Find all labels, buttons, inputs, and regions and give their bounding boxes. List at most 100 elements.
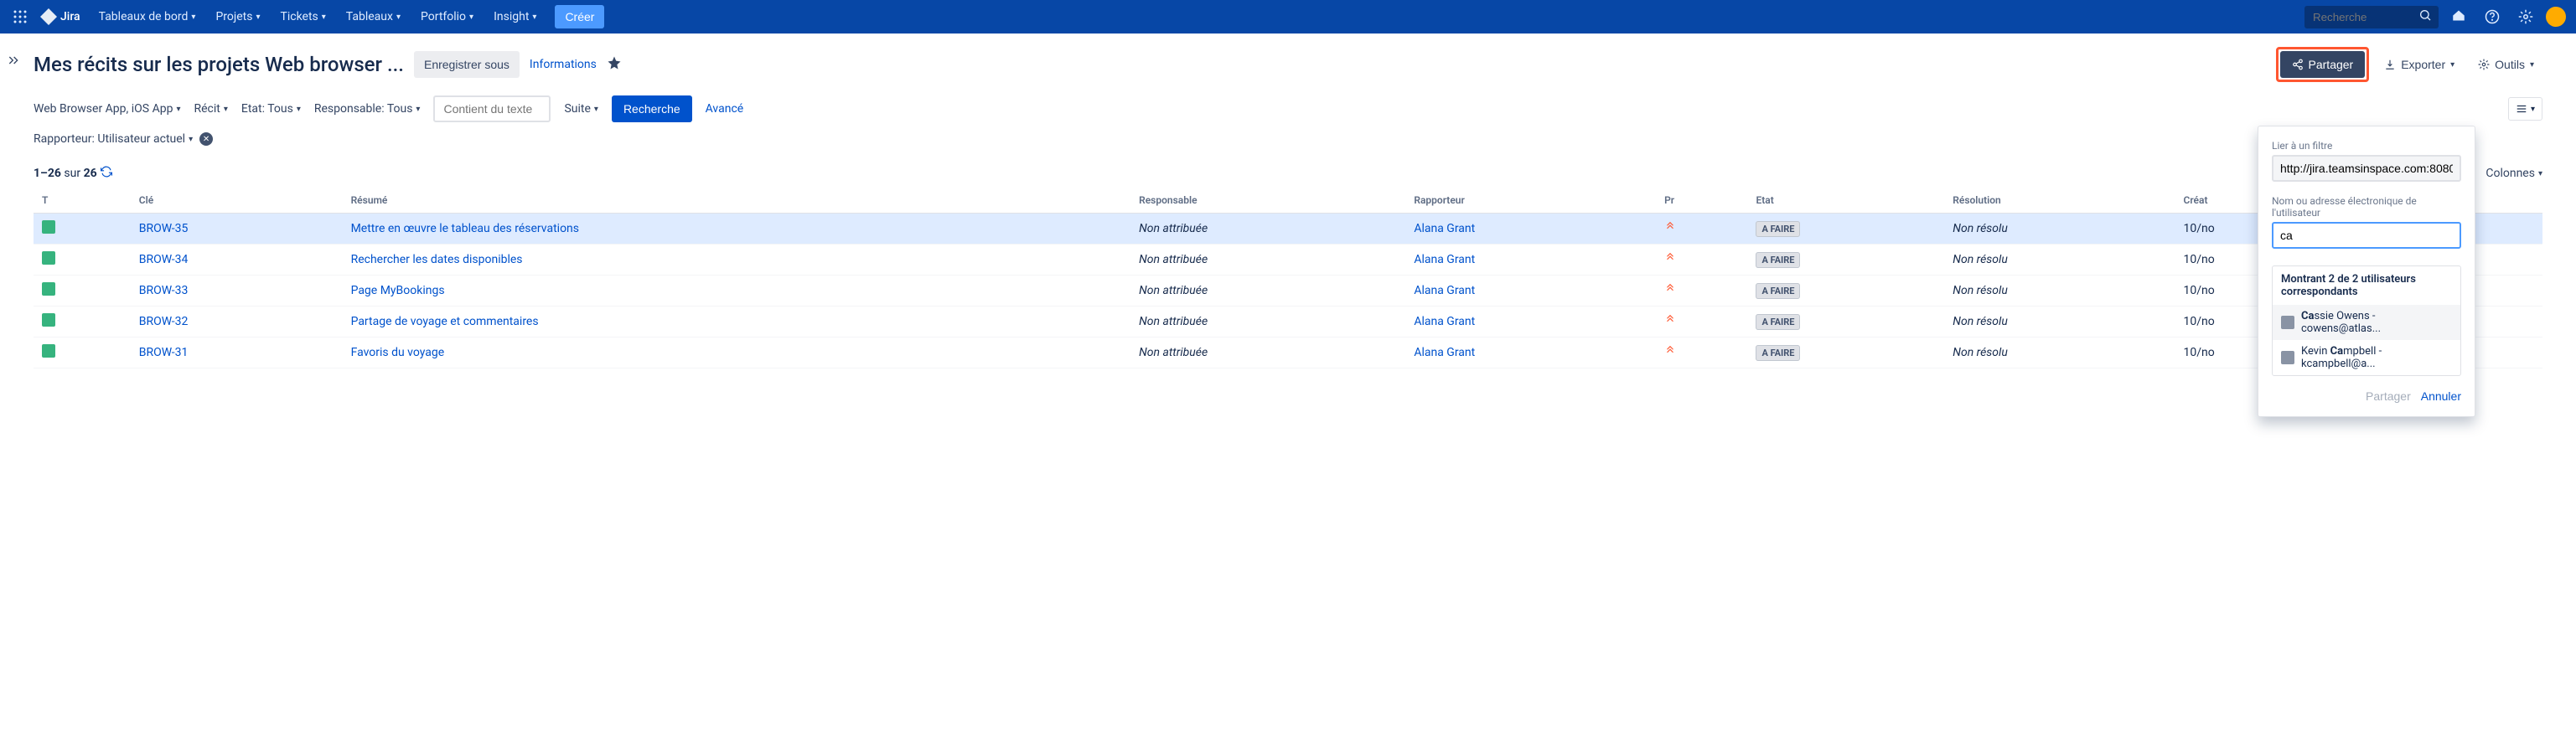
- filter-more[interactable]: Suite▾: [564, 99, 597, 119]
- reporter-link[interactable]: Alana Grant: [1414, 253, 1475, 266]
- user-label: Kevin Campbell - kcampbell@a...: [2301, 345, 2452, 370]
- issue-summary-link[interactable]: Favoris du voyage: [351, 346, 445, 359]
- story-icon: [42, 344, 55, 358]
- user-search-label: Nom ou adresse électronique de l'utilisa…: [2272, 195, 2461, 219]
- col-assignee[interactable]: Responsable: [1130, 188, 1405, 214]
- user-search-input[interactable]: [2272, 222, 2461, 249]
- col-resolution[interactable]: Résolution: [1944, 188, 2175, 214]
- user-label: Cassie Owens - cowens@atlas...: [2301, 310, 2452, 335]
- page-header: Mes récits sur les projets Web browser .…: [34, 47, 2542, 82]
- tools-button[interactable]: Outils▾: [2470, 51, 2542, 78]
- nav-portfolio[interactable]: Portfolio▾: [412, 0, 482, 33]
- col-reporter[interactable]: Rapporteur: [1405, 188, 1656, 214]
- story-icon: [42, 251, 55, 265]
- resolution-value: Non résolu: [1953, 284, 2008, 297]
- reporter-link[interactable]: Alana Grant: [1414, 284, 1475, 297]
- app-switcher-icon[interactable]: [10, 7, 30, 27]
- issue-summary-link[interactable]: Page MyBookings: [351, 284, 445, 297]
- priority-icon: [1664, 254, 1676, 267]
- issue-key-link[interactable]: BROW-31: [139, 346, 189, 359]
- col-type[interactable]: T: [34, 188, 131, 214]
- filter-reporter[interactable]: Rapporteur: Utilisateur actuel▾: [34, 129, 193, 149]
- filter-project[interactable]: Web Browser App, iOS App▾: [34, 99, 180, 119]
- feedback-icon[interactable]: [2445, 3, 2472, 30]
- table-row[interactable]: BROW-35 Mettre en œuvre le tableau des r…: [34, 214, 2542, 245]
- user-dropdown-item[interactable]: Kevin Campbell - kcampbell@a...: [2273, 340, 2460, 375]
- filter-type[interactable]: Récit▾: [194, 99, 227, 119]
- search-button[interactable]: Recherche: [612, 95, 692, 122]
- link-filter-input[interactable]: [2272, 155, 2461, 182]
- reporter-link[interactable]: Alana Grant: [1414, 222, 1475, 235]
- col-key[interactable]: Clé: [131, 188, 343, 214]
- status-badge: A FAIRE: [1756, 314, 1800, 330]
- status-badge: A FAIRE: [1756, 283, 1800, 299]
- resolution-value: Non résolu: [1953, 222, 2008, 235]
- story-icon: [42, 220, 55, 234]
- table-row[interactable]: BROW-31 Favoris du voyage Non attribuée …: [34, 338, 2542, 368]
- help-icon[interactable]: [2479, 3, 2506, 30]
- resolution-value: Non résolu: [1953, 346, 2008, 359]
- expand-sidebar-icon[interactable]: [7, 54, 20, 70]
- share-popover: Lier à un filtre Nom ou adresse électron…: [2258, 126, 2475, 417]
- page-content: Mes récits sur les projets Web browser .…: [0, 33, 2576, 382]
- user-avatar-icon: [2281, 351, 2294, 364]
- popover-cancel-button[interactable]: Annuler: [2421, 389, 2461, 403]
- priority-icon: [1664, 223, 1676, 236]
- issue-summary-link[interactable]: Mettre en œuvre le tableau des réservati…: [351, 222, 579, 235]
- col-summary[interactable]: Résumé: [343, 188, 1131, 214]
- nav-insight[interactable]: Insight▾: [485, 0, 545, 33]
- assignee-value: Non attribuée: [1139, 346, 1208, 359]
- view-toggle-button[interactable]: ▾: [2508, 97, 2542, 121]
- jira-logo[interactable]: Jira: [40, 8, 80, 25]
- user-avatar-icon: [2281, 316, 2294, 329]
- priority-icon: [1664, 316, 1676, 329]
- priority-icon: [1664, 285, 1676, 298]
- topnav-right: [2304, 3, 2566, 30]
- export-button[interactable]: Exporter▾: [2376, 51, 2463, 78]
- reporter-link[interactable]: Alana Grant: [1414, 315, 1475, 328]
- user-dropdown-item[interactable]: Cassie Owens - cowens@atlas...: [2273, 305, 2460, 340]
- columns-button[interactable]: Colonnes▾: [2485, 167, 2542, 180]
- advanced-link[interactable]: Avancé: [706, 102, 744, 116]
- issue-summary-link[interactable]: Partage de voyage et commentaires: [351, 315, 539, 328]
- col-priority[interactable]: Pr: [1656, 188, 1747, 214]
- filter-bar-row2: Rapporteur: Utilisateur actuel▾ ✕: [34, 129, 2542, 149]
- user-avatar[interactable]: [2546, 7, 2566, 27]
- product-name: Jira: [60, 10, 80, 23]
- issue-key-link[interactable]: BROW-35: [139, 222, 189, 235]
- link-filter-label: Lier à un filtre: [2272, 140, 2461, 152]
- nav-boards[interactable]: Tableaux▾: [338, 0, 409, 33]
- nav-dashboards[interactable]: Tableaux de bord▾: [91, 0, 204, 33]
- table-row[interactable]: BROW-33 Page MyBookings Non attribuée Al…: [34, 276, 2542, 307]
- share-button[interactable]: Partager: [2280, 51, 2366, 78]
- reporter-link[interactable]: Alana Grant: [1414, 346, 1475, 359]
- settings-icon[interactable]: [2512, 3, 2539, 30]
- issue-key-link[interactable]: BROW-32: [139, 315, 189, 328]
- create-button[interactable]: Créer: [555, 5, 604, 28]
- col-status[interactable]: Etat: [1747, 188, 1944, 214]
- save-as-button[interactable]: Enregistrer sous: [414, 51, 520, 78]
- assignee-value: Non attribuée: [1139, 284, 1208, 297]
- nav-issues[interactable]: Tickets▾: [272, 0, 334, 33]
- star-icon[interactable]: [607, 55, 622, 74]
- nav-projects[interactable]: Projets▾: [207, 0, 268, 33]
- info-link[interactable]: Informations: [530, 58, 597, 71]
- popover-share-button[interactable]: Partager: [2366, 389, 2411, 403]
- filter-assignee[interactable]: Responsable: Tous▾: [314, 99, 421, 119]
- top-navigation: Jira Tableaux de bord▾ Projets▾ Tickets▾…: [0, 0, 2576, 33]
- share-highlight-box: Partager: [2276, 47, 2370, 82]
- dropdown-header: Montrant 2 de 2 utilisateurs corresponda…: [2273, 266, 2460, 305]
- assignee-value: Non attribuée: [1139, 253, 1208, 266]
- table-row[interactable]: BROW-32 Partage de voyage et commentaire…: [34, 307, 2542, 338]
- refresh-icon[interactable]: [101, 166, 112, 181]
- text-filter-input[interactable]: [433, 95, 551, 122]
- issue-key-link[interactable]: BROW-33: [139, 284, 189, 297]
- filter-status[interactable]: Etat: Tous▾: [241, 99, 301, 119]
- user-dropdown: Montrant 2 de 2 utilisateurs corresponda…: [2272, 265, 2461, 376]
- assignee-value: Non attribuée: [1139, 315, 1208, 328]
- remove-filter-icon[interactable]: ✕: [199, 132, 213, 146]
- issue-key-link[interactable]: BROW-34: [139, 253, 189, 266]
- page-title: Mes récits sur les projets Web browser .…: [34, 53, 404, 76]
- table-row[interactable]: BROW-34 Rechercher les dates disponibles…: [34, 245, 2542, 276]
- issue-summary-link[interactable]: Rechercher les dates disponibles: [351, 253, 523, 266]
